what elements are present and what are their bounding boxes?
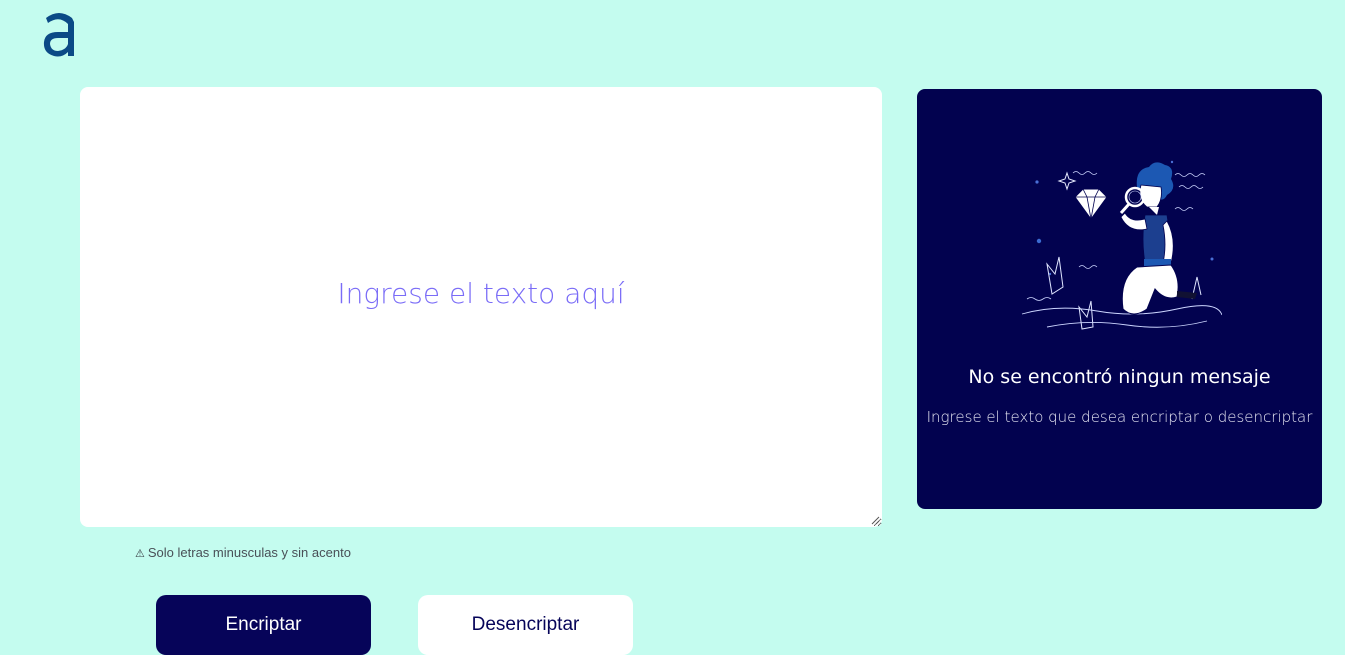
text-input-card <box>80 87 882 527</box>
hint-text: Solo letras minusculas y sin acento <box>147 545 351 560</box>
warning-icon: ⚠ <box>135 548 145 560</box>
input-hint: ⚠ Solo letras minusculas y sin acento <box>135 545 351 560</box>
output-title: No se encontró ningun mensaje <box>968 366 1271 388</box>
person-inspecting-diamond-illustration <box>1021 160 1222 330</box>
alura-logo-icon[interactable] <box>40 10 78 60</box>
encrypt-button[interactable]: Encriptar <box>156 595 371 655</box>
output-panel: No se encontró ningun mensaje Ingrese el… <box>917 89 1322 509</box>
text-input[interactable] <box>80 87 882 527</box>
resize-grip-icon[interactable] <box>871 516 880 525</box>
decrypt-button[interactable]: Desencriptar <box>418 595 633 655</box>
output-subtitle: Ingrese el texto que desea encriptar o d… <box>926 408 1313 426</box>
